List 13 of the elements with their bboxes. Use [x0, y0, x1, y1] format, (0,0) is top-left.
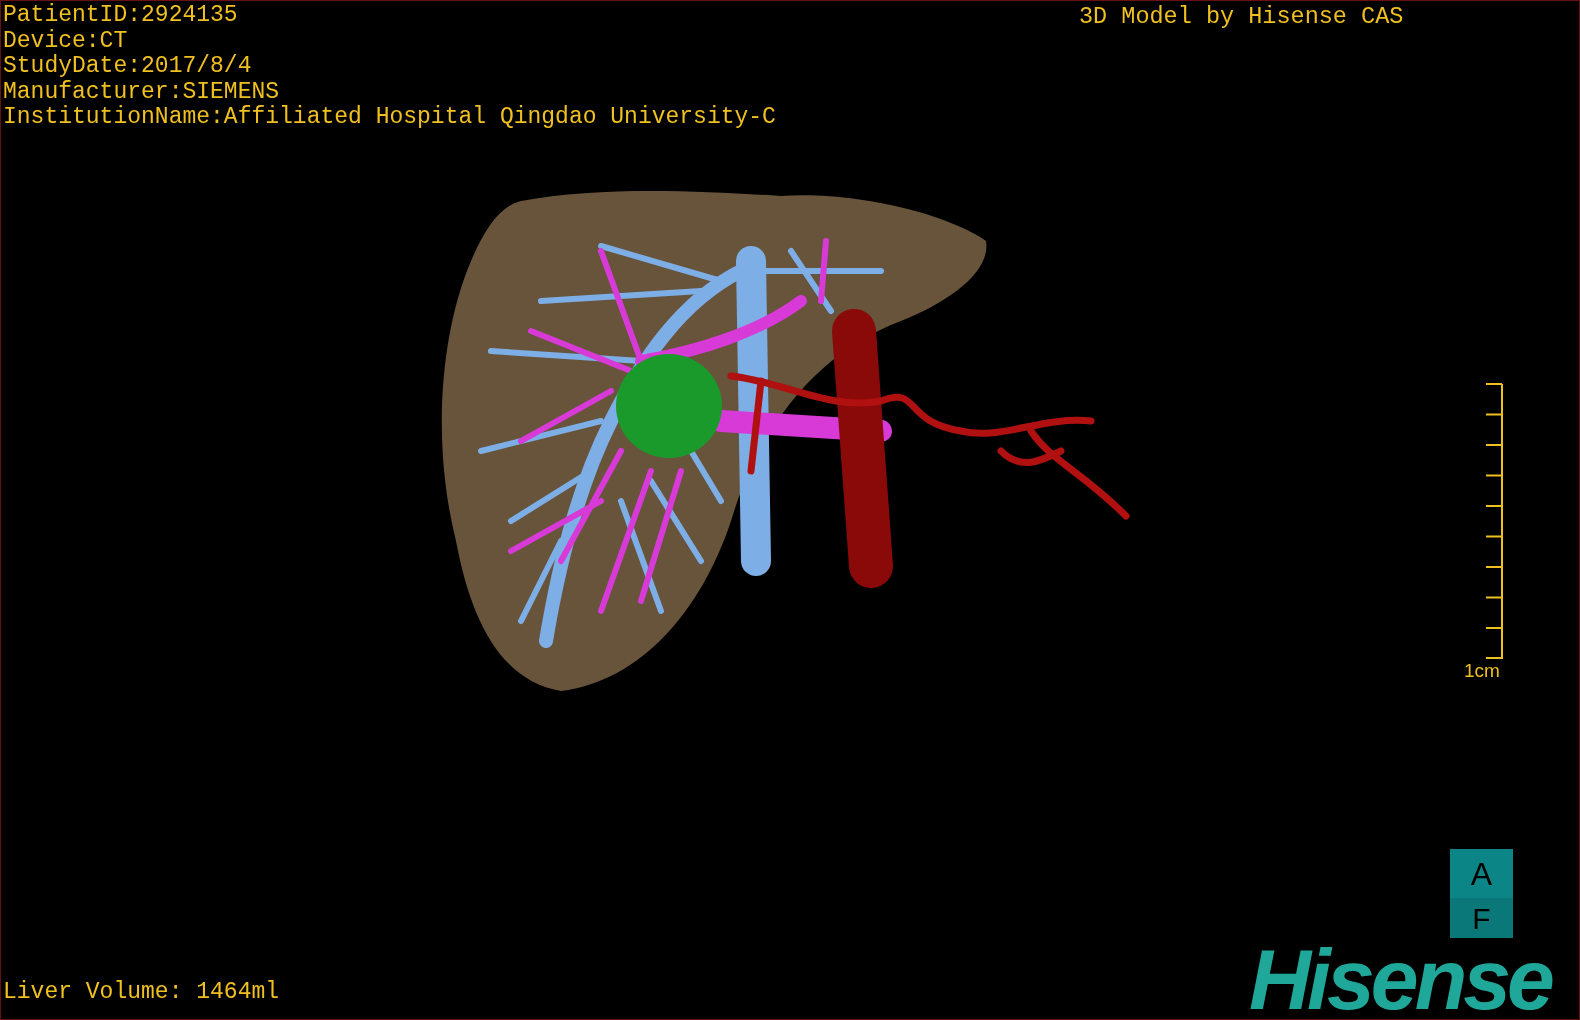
orientation-label: A: [1450, 849, 1513, 898]
scale-bar-icon: [1485, 381, 1503, 661]
viewer-title: 3D Model by Hisense CAS: [1079, 4, 1404, 30]
orientation-cube[interactable]: A F: [1450, 849, 1513, 938]
study-info-line: InstitutionName:Affiliated Hospital Qingdao University-C: [3, 105, 776, 131]
orientation-label: F: [1450, 898, 1513, 938]
study-info-line: PatientID:2924135: [3, 3, 239, 29]
liver-volume-label: Liver Volume: 1464ml: [3, 979, 280, 1005]
scale-label: 1cm: [1464, 661, 1500, 681]
brand-logo: Hisense: [1249, 939, 1551, 1019]
study-info-line: StudyDate:2017/8/4: [3, 54, 253, 80]
study-info-line: Device:CT: [3, 28, 129, 54]
study-info-line: Manufacturer:SIEMENS: [3, 79, 281, 105]
